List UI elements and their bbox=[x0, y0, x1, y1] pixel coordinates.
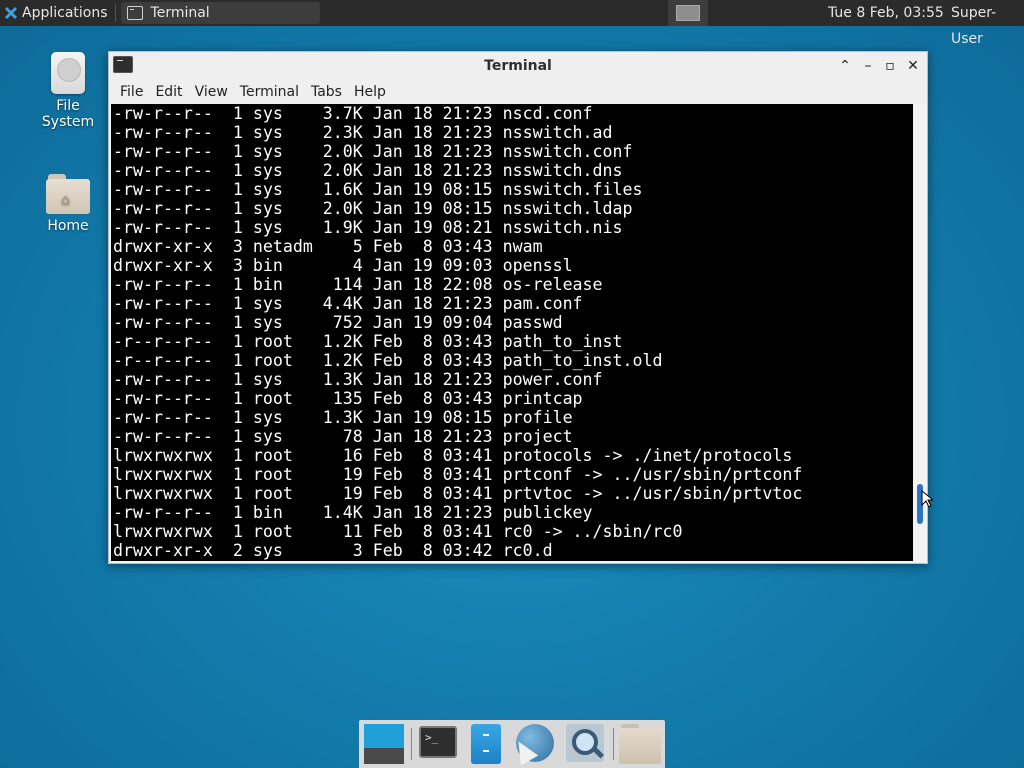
shade-button[interactable]: ⌃ bbox=[836, 57, 854, 75]
drive-icon bbox=[51, 52, 85, 94]
terminal-line: -rw-r--r-- 1 root 135 Feb 8 03:43 printc… bbox=[113, 389, 583, 408]
terminal-line: lrwxrwxrwx 1 root 11 Feb 8 03:41 rc0 -> … bbox=[113, 522, 683, 541]
user-menu[interactable]: Super-User bbox=[951, 0, 1024, 47]
menu-tabs[interactable]: Tabs bbox=[311, 84, 342, 100]
menu-edit[interactable]: Edit bbox=[155, 84, 182, 100]
terminal-line: -rw-r--r-- 1 sys 2.0K Jan 18 21:23 nsswi… bbox=[113, 142, 633, 161]
terminal-line: -rw-r--r-- 1 sys 752 Jan 19 09:04 passwd bbox=[113, 313, 563, 332]
terminal-icon bbox=[126, 6, 143, 20]
terminal-line: drwxr-xr-x 2 sys 3 Feb 8 03:42 rc0.d bbox=[113, 541, 553, 560]
minimize-button[interactable]: – bbox=[859, 57, 877, 75]
terminal-line: drwxr-xr-x 3 netadm 5 Feb 8 03:43 nwam bbox=[113, 237, 543, 256]
terminal-line: -rw-r--r-- 1 bin 114 Jan 18 22:08 os-rel… bbox=[113, 275, 603, 294]
home-folder-icon: ⌂ bbox=[46, 174, 90, 214]
terminal-line: -rw-r--r-- 1 sys 2.0K Jan 18 21:23 nsswi… bbox=[113, 161, 623, 180]
taskbar-terminal-button[interactable]: Terminal bbox=[120, 2, 320, 24]
terminal-line: -rw-r--r-- 1 sys 3.7K Jan 18 21:23 nscd.… bbox=[113, 104, 593, 123]
terminal-line: -r--r--r-- 1 root 1.2K Feb 8 03:43 path_… bbox=[113, 332, 623, 351]
taskbar-terminal-label: Terminal bbox=[150, 5, 210, 21]
xfce-logo-icon bbox=[4, 6, 18, 20]
panel-clock[interactable]: Tue 8 Feb, 03:55 bbox=[828, 0, 944, 26]
terminal-icon[interactable] bbox=[419, 724, 459, 764]
mouse-pointer-icon bbox=[921, 490, 933, 508]
maximize-button[interactable]: ▫ bbox=[881, 57, 899, 75]
terminal-line: lrwxrwxrwx 1 root 19 Feb 8 03:41 prtvtoc… bbox=[113, 484, 803, 503]
dock bbox=[359, 720, 665, 768]
desktop-icon-file-system[interactable]: File System bbox=[28, 52, 108, 130]
file-manager-icon[interactable] bbox=[471, 724, 503, 764]
applications-menu-button[interactable]: Applications bbox=[0, 0, 112, 26]
terminal-line: drwxr-xr-x 3 bin 4 Jan 19 09:03 openssl bbox=[113, 256, 573, 275]
terminal-line: lrwxrwxrwx 1 root 19 Feb 8 03:41 prtconf… bbox=[113, 465, 803, 484]
terminal-line: -r--r--r-- 1 root 1.2K Feb 8 03:43 path_… bbox=[113, 351, 663, 370]
window-titlebar[interactable]: Terminal ⌃ – ▫ ✕ bbox=[109, 52, 927, 80]
menu-view[interactable]: View bbox=[195, 84, 228, 100]
web-browser-icon[interactable] bbox=[509, 724, 556, 766]
terminal-output[interactable]: -rw-r--r-- 1 sys 3.7K Jan 18 21:23 nscd.… bbox=[111, 104, 913, 561]
show-desktop-icon[interactable] bbox=[364, 724, 404, 764]
dock-separator bbox=[411, 728, 412, 760]
terminal-line: -rw-r--r-- 1 sys 2.3K Jan 18 21:23 nsswi… bbox=[113, 123, 613, 142]
menu-file[interactable]: File bbox=[120, 84, 143, 100]
terminal-line: -rw-r--r-- 1 sys 4.4K Jan 18 21:23 pam.c… bbox=[113, 294, 583, 313]
desktop-icon-home[interactable]: ⌂ Home bbox=[28, 174, 108, 234]
desktop-icon-label: File System bbox=[41, 98, 95, 130]
dock-separator bbox=[613, 728, 614, 760]
terminal-line: -rw-r--r-- 1 sys 2.0K Jan 19 08:15 nsswi… bbox=[113, 199, 633, 218]
terminal-line: lrwxrwxrwx 1 root 16 Feb 8 03:41 protoco… bbox=[113, 446, 793, 465]
menu-terminal[interactable]: Terminal bbox=[240, 84, 299, 100]
terminal-window: Terminal ⌃ – ▫ ✕ File Edit View Terminal… bbox=[108, 51, 928, 564]
panel-separator bbox=[114, 4, 116, 22]
terminal-line: -rw-r--r-- 1 sys 78 Jan 18 21:23 project bbox=[113, 427, 573, 446]
window-title: Terminal bbox=[484, 58, 552, 74]
terminal-line: -rw-r--r-- 1 sys 1.6K Jan 19 08:15 nsswi… bbox=[113, 180, 643, 199]
menu-help[interactable]: Help bbox=[354, 84, 386, 100]
applications-label: Applications bbox=[22, 5, 108, 21]
search-icon[interactable] bbox=[566, 724, 606, 764]
folder-icon[interactable] bbox=[619, 724, 663, 764]
desktop-icon-label: Home bbox=[47, 218, 89, 234]
terminal-line: -rw-r--r-- 1 sys 1.3K Jan 18 21:23 power… bbox=[113, 370, 603, 389]
close-button[interactable]: ✕ bbox=[904, 57, 922, 75]
workspace-switcher[interactable] bbox=[668, 0, 708, 26]
terminal-line: -rw-r--r-- 1 sys 1.3K Jan 19 08:15 profi… bbox=[113, 408, 573, 427]
workspace-1[interactable] bbox=[676, 5, 700, 21]
terminal-line: -rw-r--r-- 1 bin 1.4K Jan 18 21:23 publi… bbox=[113, 503, 593, 522]
menu-bar: File Edit View Terminal Tabs Help bbox=[109, 80, 927, 104]
terminal-line: -rw-r--r-- 1 sys 1.9K Jan 19 08:21 nsswi… bbox=[113, 218, 623, 237]
